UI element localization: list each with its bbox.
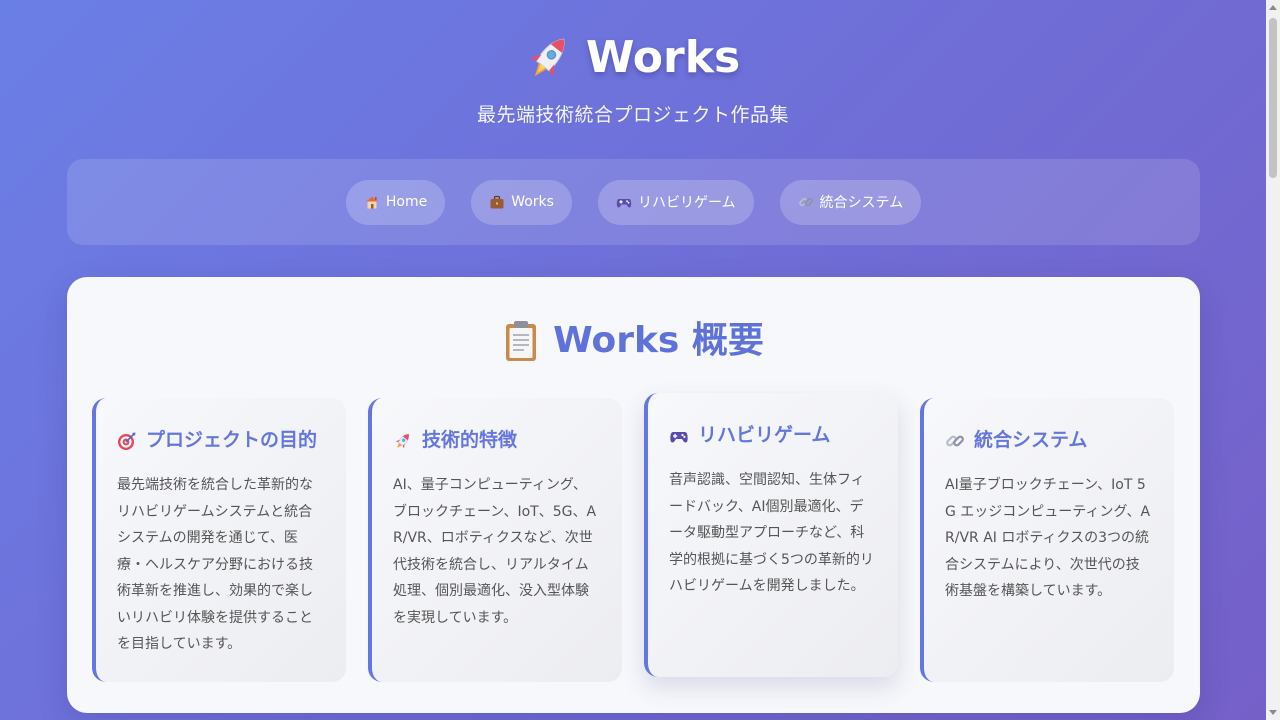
scroll-up-arrow-icon[interactable] [1269,5,1277,10]
nav-bar: Home Works リハビリゲーム 統合システム [67,159,1200,245]
nav-rehab-game-label: リハビリゲーム [637,195,736,211]
card-title-text: 統合システム [974,429,1088,451]
target-icon [117,430,137,450]
card-body: AI量子ブロックチェーン、IoT 5G エッジコンピューティング、AR/VR A… [945,477,1151,599]
rocket-icon [393,430,413,450]
card-title: 統合システム [945,425,1152,455]
nav-home-label: Home [385,194,428,210]
site-title-text: Works [585,32,741,83]
site-header: Works 最先端技術統合プロジェクト作品集 [0,28,1266,128]
section-title: Works 概要 [67,317,1200,365]
section-title-text: Works 概要 [553,320,764,361]
card-title: プロジェクトの目的 [117,425,324,455]
scroll-down-arrow-icon[interactable] [1269,710,1277,715]
site-subtitle: 最先端技術統合プロジェクト作品集 [476,104,789,126]
gamepad-icon [669,425,689,445]
vertical-scrollbar[interactable] [1266,0,1280,720]
card-body: AI、量子コンピューティング、ブロックチェーン、IoT、5G、AR/VR、ロボテ… [393,477,597,626]
link-icon [798,194,814,210]
scrollbar-thumb[interactable] [1269,18,1277,178]
card-body: 最先端技術を統合した革新的なリハビリゲームシステムと統合システムの開発を通じて、… [117,477,313,652]
card-title: 技術的特徴 [393,425,600,455]
page: Works 最先端技術統合プロジェクト作品集 Home Works リハビリゲー… [0,0,1266,720]
works-overview-panel: Works 概要 プロジェクトの目的 最先端技術を統合した革新的なリハビリゲーム… [67,277,1200,713]
link-icon [945,430,965,450]
card-integrated-system: 統合システム AI量子ブロックチェーン、IoT 5G エッジコンピューティング、… [920,398,1174,682]
site-title: Works [526,28,740,88]
card-technical-features: 技術的特徴 AI、量子コンピューティング、ブロックチェーン、IoT、5G、AR/… [368,398,622,682]
nav-integrated-system-button[interactable]: 統合システム [779,179,922,225]
nav-rehab-game-button[interactable]: リハビリゲーム [597,179,754,225]
nav-integrated-system-label: 統合システム [819,195,904,211]
nav-works-button[interactable]: Works [471,179,572,225]
rocket-icon [526,32,572,84]
card-project-purpose: プロジェクトの目的 最先端技術を統合した革新的なリハビリゲームシステムと統合シス… [92,398,346,682]
card-rehab-game: リハビリゲーム 音声認識、空間認知、生体フィードバック、AI個別最適化、データ駆… [644,393,898,677]
nav-home-button[interactable]: Home [345,179,446,225]
card-title: リハビリゲーム [669,420,876,450]
gamepad-icon [616,194,632,210]
briefcase-icon [489,194,505,210]
house-icon [364,194,380,210]
card-title-text: リハビリゲーム [698,424,831,446]
nav-works-label: Works [511,194,554,210]
card-body: 音声認識、空間認知、生体フィードバック、AI個別最適化、データ駆動型アプローチな… [669,472,874,594]
card-title-text: プロジェクトの目的 [146,429,318,451]
card-title-text: 技術的特徴 [422,429,518,451]
clipboard-icon [503,319,539,363]
